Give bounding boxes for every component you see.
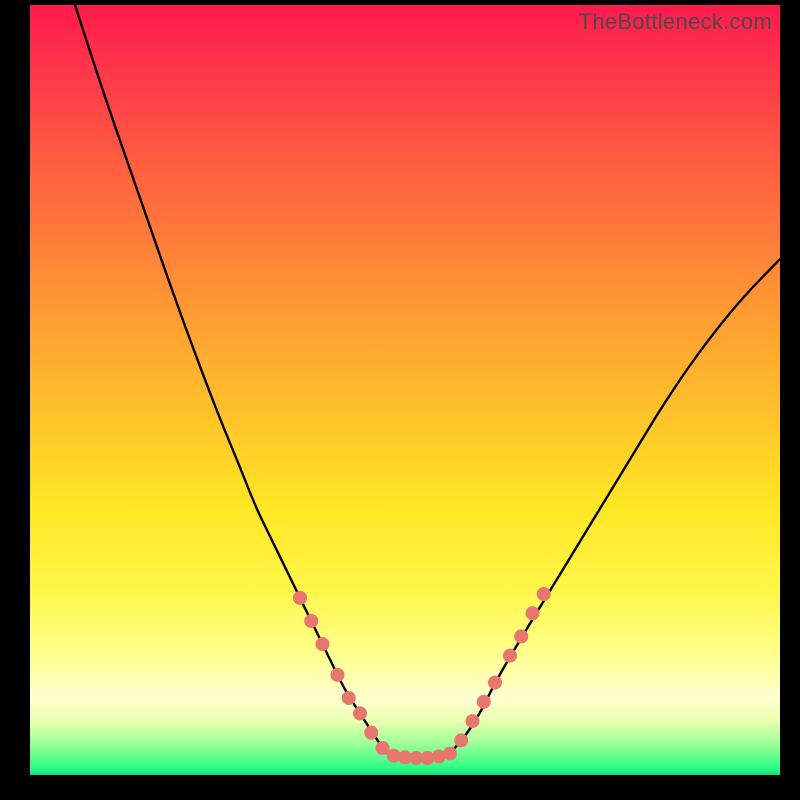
data-marker (353, 706, 367, 720)
data-marker (304, 614, 318, 628)
data-marker (364, 726, 378, 740)
data-marker (488, 676, 502, 690)
bottleneck-curve (75, 5, 780, 758)
plot-area: TheBottleneck.com (30, 5, 780, 775)
data-marker (316, 637, 330, 651)
data-marker (432, 750, 446, 764)
data-marker (514, 629, 528, 643)
data-marker (331, 668, 345, 682)
data-marker (477, 695, 491, 709)
data-marker (443, 746, 457, 760)
data-marker (526, 606, 540, 620)
data-marker (421, 751, 435, 765)
data-marker (398, 750, 412, 764)
data-marker (503, 649, 517, 663)
data-marker (387, 749, 401, 763)
chart-svg (30, 5, 780, 775)
data-marker (342, 691, 356, 705)
data-marker (293, 591, 307, 605)
data-marker (409, 751, 423, 765)
watermark-text: TheBottleneck.com (579, 9, 772, 35)
curve-group (75, 5, 780, 758)
marker-group (293, 587, 551, 765)
data-marker (537, 587, 551, 601)
data-marker (454, 733, 468, 747)
data-marker (376, 741, 390, 755)
data-marker (466, 714, 480, 728)
chart-frame: TheBottleneck.com (0, 0, 800, 800)
